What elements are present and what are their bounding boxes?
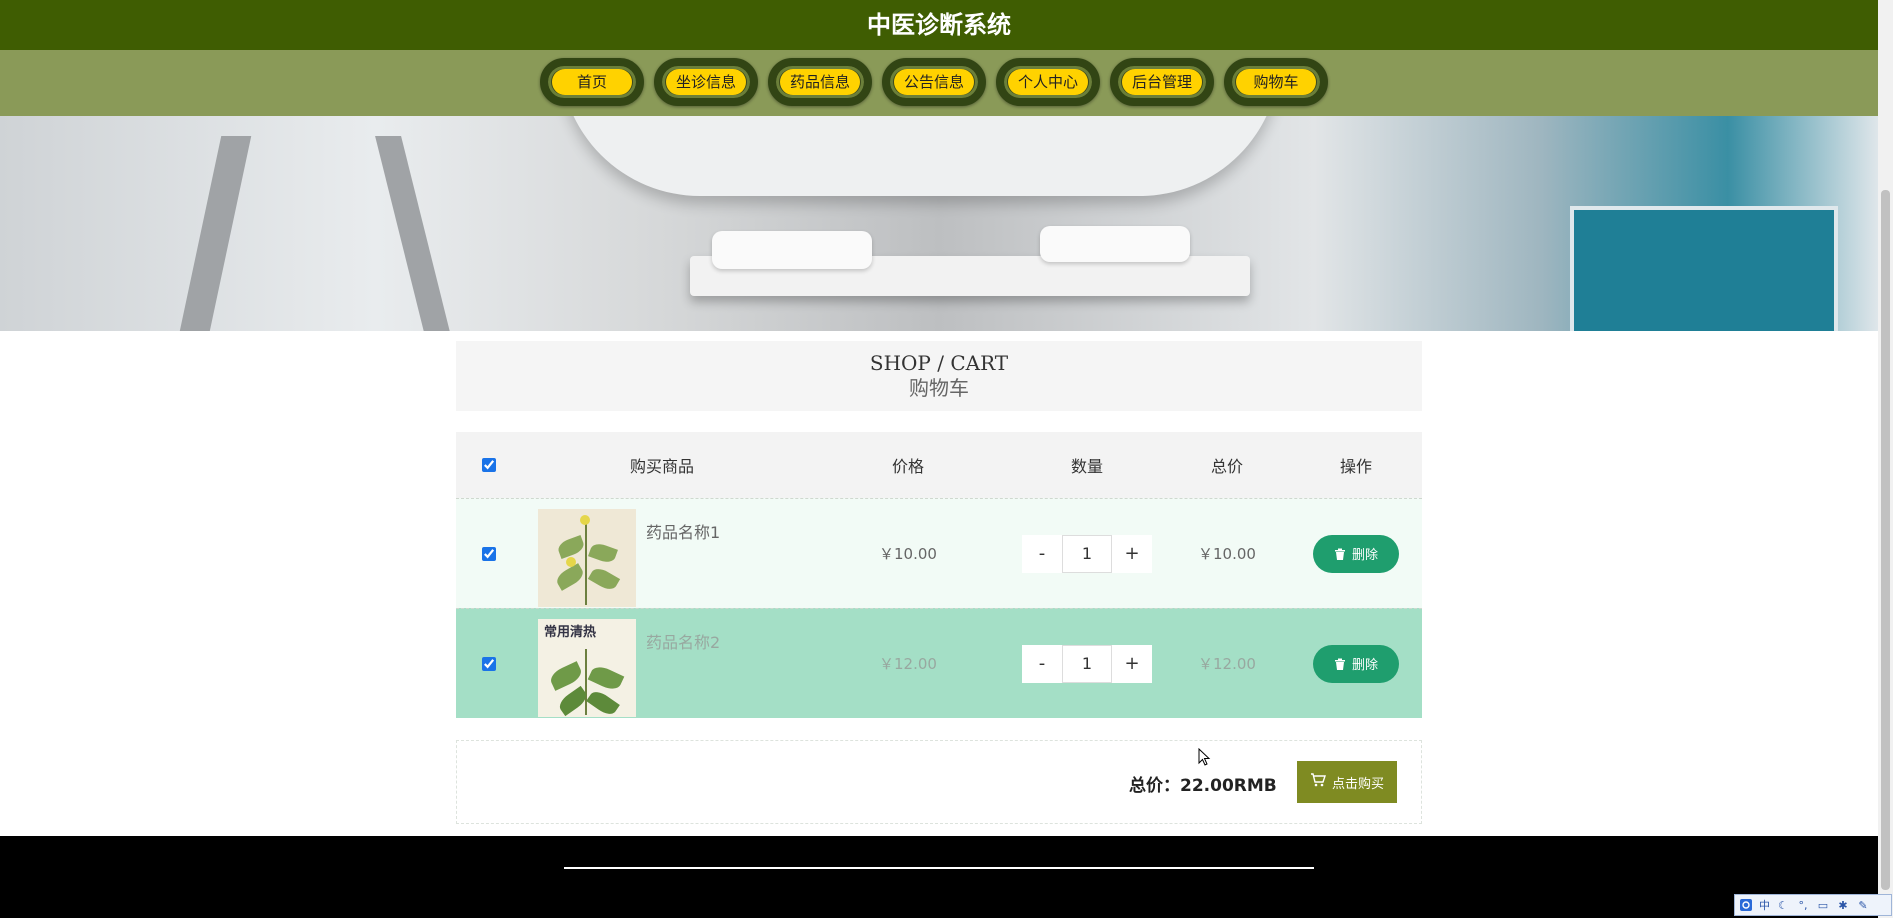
- row-checkbox[interactable]: [482, 656, 496, 671]
- ime-toolbar: 中 ☾ °, ▭ ✱ ✎: [1734, 894, 1892, 916]
- cart-row: 常用清热 药品名称2 ￥12.00 - + ￥12.00 删除: [456, 608, 1422, 718]
- ime-logo-icon[interactable]: [1739, 898, 1753, 912]
- total-price-text: 总价：22.00RMB: [1129, 776, 1277, 796]
- nav-medicine[interactable]: 药品信息: [768, 58, 872, 106]
- delete-button[interactable]: 删除: [1313, 534, 1399, 573]
- cart-summary: 总价：22.00RMB 点击购买: [456, 740, 1422, 824]
- nav-cart[interactable]: 购物车: [1224, 58, 1328, 106]
- mouse-cursor-icon: [1198, 748, 1211, 766]
- nav-admin-label: 后台管理: [1122, 69, 1202, 95]
- product-thumbnail[interactable]: [538, 509, 636, 607]
- product-name[interactable]: 药品名称1: [646, 519, 720, 543]
- banner-wall-decor: [178, 136, 252, 331]
- section-title-cn: 购物车: [909, 376, 969, 400]
- row-total: ￥10.00: [1198, 545, 1256, 563]
- row-checkbox[interactable]: [482, 546, 496, 561]
- quantity-stepper: - +: [1022, 644, 1152, 683]
- section-title-en: SHOP / CART: [869, 351, 1009, 375]
- site-title: 中医诊断系统: [867, 11, 1011, 39]
- keyboard-icon[interactable]: ▭: [1816, 898, 1830, 912]
- col-header-total: 总价: [1210, 457, 1243, 476]
- thumbnail-caption: 常用清热: [544, 625, 597, 640]
- nav-home-label: 首页: [552, 69, 632, 95]
- qty-minus-button[interactable]: -: [1022, 644, 1062, 683]
- buy-button[interactable]: 点击购买: [1297, 761, 1397, 803]
- main-nav: 首页 坐诊信息 药品信息 公告信息 个人中心 后台管理 购物车: [0, 50, 1878, 116]
- site-header: 中医诊断系统: [0, 0, 1878, 50]
- site-footer: [0, 836, 1878, 918]
- banner-cabinet: [1570, 206, 1838, 331]
- nav-profile-label: 个人中心: [1008, 69, 1088, 95]
- trash-icon: [1334, 548, 1346, 560]
- qty-plus-button[interactable]: +: [1112, 534, 1152, 573]
- nav-profile[interactable]: 个人中心: [996, 58, 1100, 106]
- section-title: SHOP / CART 购物车: [456, 341, 1422, 411]
- nav-cart-label: 购物车: [1236, 69, 1316, 95]
- delete-button-label: 删除: [1351, 658, 1378, 673]
- nav-medicine-label: 药品信息: [780, 69, 860, 95]
- nav-admin[interactable]: 后台管理: [1110, 58, 1214, 106]
- row-check-cell: [456, 609, 522, 718]
- col-header-goods: 购买商品: [629, 457, 694, 476]
- tool-icon[interactable]: ✎: [1856, 898, 1870, 912]
- qty-cell: - +: [982, 609, 1192, 718]
- nav-announcement-label: 公告信息: [894, 69, 974, 95]
- select-all-cell: [456, 432, 522, 498]
- qty-plus-button[interactable]: +: [1112, 644, 1152, 683]
- qty-cell: - +: [982, 499, 1192, 608]
- nav-announcement[interactable]: 公告信息: [882, 58, 986, 106]
- banner-wall-decor: [375, 136, 451, 331]
- col-header-qty: 数量: [1070, 457, 1103, 476]
- qty-minus-button[interactable]: -: [1022, 534, 1062, 573]
- col-header-op: 操作: [1339, 457, 1372, 476]
- banner-towel: [1040, 226, 1190, 262]
- nav-consultation[interactable]: 坐诊信息: [654, 58, 758, 106]
- select-all-checkbox[interactable]: [482, 458, 496, 472]
- op-cell: 删除: [1296, 499, 1416, 608]
- cart-row: 药品名称1 ￥10.00 - + ￥10.00 删除: [456, 498, 1422, 608]
- op-cell: 删除: [1296, 609, 1416, 718]
- punctuation-icon[interactable]: °,: [1796, 898, 1810, 912]
- col-header-price: 价格: [891, 457, 924, 476]
- product-price: ￥10.00: [879, 545, 937, 563]
- product-thumbnail[interactable]: 常用清热: [538, 619, 636, 717]
- cart-header-row: 购买商品 价格 数量 总价 操作: [456, 432, 1422, 498]
- row-total: ￥12.00: [1198, 655, 1256, 673]
- nav-consultation-label: 坐诊信息: [666, 69, 746, 95]
- banner-towel: [712, 231, 872, 269]
- settings-icon[interactable]: ✱: [1836, 898, 1850, 912]
- product-name[interactable]: 药品名称2: [646, 629, 720, 653]
- footer-divider: [564, 867, 1314, 869]
- cart-icon: [1310, 773, 1326, 791]
- page-scrollbar[interactable]: [1878, 0, 1893, 918]
- row-check-cell: [456, 499, 522, 608]
- moon-icon[interactable]: ☾: [1776, 898, 1790, 912]
- banner-ceiling-arch: [560, 116, 1280, 196]
- cart-table: 购买商品 价格 数量 总价 操作 药品名称1 ￥10.00 - + ￥10.00: [456, 432, 1422, 718]
- nav-list: 首页 坐诊信息 药品信息 公告信息 个人中心 后台管理 购物车: [540, 58, 1328, 106]
- scrollbar-thumb[interactable]: [1881, 190, 1890, 890]
- trash-icon: [1334, 658, 1346, 670]
- carousel-banner[interactable]: [0, 116, 1878, 331]
- delete-button[interactable]: 删除: [1313, 644, 1399, 683]
- ime-mode-label[interactable]: 中: [1759, 897, 1770, 913]
- nav-home[interactable]: 首页: [540, 58, 644, 106]
- qty-input[interactable]: [1062, 644, 1112, 683]
- delete-button-label: 删除: [1351, 548, 1378, 563]
- quantity-stepper: - +: [1022, 534, 1152, 573]
- qty-input[interactable]: [1062, 534, 1112, 573]
- buy-button-label: 点击购买: [1331, 776, 1384, 792]
- product-price: ￥12.00: [879, 655, 937, 673]
